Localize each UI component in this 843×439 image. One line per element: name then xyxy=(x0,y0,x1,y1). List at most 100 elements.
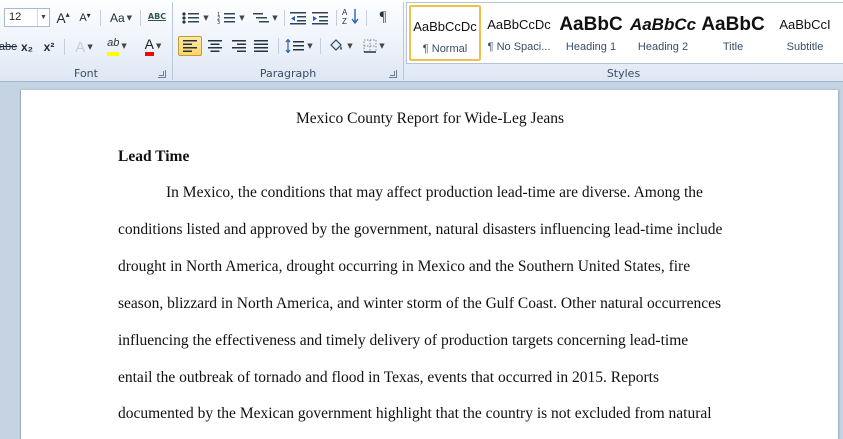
subscript-button[interactable]: x₂ xyxy=(18,37,36,57)
shading-button[interactable]: ▼ xyxy=(324,36,356,56)
font-dialog-launcher-icon[interactable] xyxy=(158,70,166,78)
sort-icon: AZ xyxy=(342,8,359,25)
document-title: Mexico County Report for Wide-Leg Jeans xyxy=(295,110,565,127)
multilevel-list-icon xyxy=(253,13,270,23)
text-effects-icon: A xyxy=(75,38,86,56)
paragraph-line: influencing the effectiveness and timely… xyxy=(118,332,689,349)
chevron-down-icon: ▼ xyxy=(239,14,245,22)
style-sample: AaBbC xyxy=(701,14,765,35)
style-name: Title xyxy=(722,41,744,53)
align-center-icon xyxy=(208,40,222,52)
shrink-font-button[interactable]: A ▾ xyxy=(76,8,94,28)
paragraph-group-label: Paragraph xyxy=(259,67,317,80)
highlighter-icon: ab xyxy=(107,37,120,56)
divider xyxy=(284,10,285,26)
style-sample: AaBbCcDc xyxy=(487,17,551,32)
paragraph-line: season, blizzard in North America, and w… xyxy=(118,295,722,312)
text-effects-button[interactable]: A ▼ xyxy=(70,37,98,57)
change-case-button[interactable]: Aa ▼ xyxy=(106,8,136,28)
change-case-icon: Aa xyxy=(109,11,125,25)
style-heading-2[interactable]: AaBbCc Heading 2 xyxy=(627,5,699,61)
style-normal[interactable]: AaBbCcDc ¶ Normal xyxy=(409,5,481,61)
superscript-icon: x² xyxy=(43,40,55,54)
decrease-indent-icon xyxy=(290,12,306,25)
borders-button[interactable]: ▼ xyxy=(358,36,390,56)
superscript-button[interactable]: x² xyxy=(40,37,58,57)
style-heading-1[interactable]: AaBbC Heading 1 xyxy=(555,5,627,61)
align-left-icon xyxy=(183,40,197,52)
font-group-label: Font xyxy=(74,67,98,80)
clear-formatting-button[interactable]: ABC xyxy=(146,6,168,26)
chevron-down-icon: ▼ xyxy=(347,42,353,50)
show-formatting-button[interactable]: ¶ xyxy=(372,7,394,27)
subscript-icon: x₂ xyxy=(20,40,33,54)
decrease-indent-button[interactable] xyxy=(288,8,308,28)
paragraph-line: entail the outbreak of tornado and flood… xyxy=(118,369,659,386)
style-no-spacing[interactable]: AaBbCcDc ¶ No Spaci... xyxy=(483,5,555,61)
paragraph-line: drought in North America, drought occurr… xyxy=(118,258,691,275)
style-title[interactable]: AaBbC Title xyxy=(697,5,769,61)
sort-button[interactable]: AZ xyxy=(340,6,362,26)
chevron-down-icon: ▼ xyxy=(121,42,127,50)
chevron-down-icon: ▼ xyxy=(307,42,313,50)
borders-icon xyxy=(363,39,377,53)
style-name: ¶ No Spaci... xyxy=(487,41,551,53)
caret-down-icon: ▾ xyxy=(86,10,91,20)
multilevel-list-button[interactable]: ▼ xyxy=(250,8,280,28)
styles-gallery: AaBbCcDc ¶ Normal AaBbCcDc ¶ No Spaci...… xyxy=(406,2,843,64)
divider xyxy=(64,39,65,55)
justify-button[interactable] xyxy=(250,36,272,56)
bullets-button[interactable]: ▼ xyxy=(178,8,212,28)
grow-font-button[interactable]: A ▴ xyxy=(54,8,72,28)
style-name: Subtitle xyxy=(786,41,824,53)
svg-text:3: 3 xyxy=(217,20,220,25)
align-left-button[interactable] xyxy=(178,36,202,56)
svg-text:Z: Z xyxy=(342,17,347,25)
divider xyxy=(320,38,321,54)
divider xyxy=(100,10,101,26)
chevron-down-icon: ▼ xyxy=(379,42,385,50)
divider xyxy=(140,10,141,26)
divider xyxy=(278,38,279,54)
increase-indent-button[interactable] xyxy=(310,8,330,28)
numbered-list-icon: 123 xyxy=(217,12,236,25)
numbering-button[interactable]: 1 2 3 ▼ xyxy=(214,8,248,28)
chevron-down-icon[interactable]: ▼ xyxy=(37,9,49,26)
divider xyxy=(336,10,337,26)
paragraph-line: documented by the Mexican government hig… xyxy=(118,405,712,422)
align-right-icon xyxy=(232,40,246,52)
strikethrough-button[interactable]: abe xyxy=(0,37,18,57)
font-color-button[interactable]: A ▼ xyxy=(138,36,168,56)
paragraph-line: In Mexico, the conditions that may affec… xyxy=(166,184,703,201)
style-sample: AaBbCc xyxy=(629,15,697,34)
clear-formatting-icon: ABC xyxy=(147,11,167,21)
chevron-down-icon: ▼ xyxy=(126,14,133,22)
paragraph-line: conditions listed and approved by the go… xyxy=(118,221,723,238)
chevron-down-icon: ▼ xyxy=(155,42,162,50)
strikethrough-icon: abe xyxy=(0,41,18,53)
document-page[interactable]: Mexico County Report for Wide-Leg Jeans … xyxy=(20,90,838,439)
font-size-field[interactable]: 12 ▼ xyxy=(4,8,50,27)
styles-group-label: Styles xyxy=(606,67,641,80)
section-heading: Lead Time xyxy=(118,148,190,165)
font-size-value: 12 xyxy=(9,11,22,23)
line-spacing-button[interactable]: ▼ xyxy=(282,36,316,56)
paint-bucket-icon xyxy=(330,39,343,51)
style-subtitle[interactable]: AaBbCcI Subtitle xyxy=(769,5,841,61)
shrink-font-icon: A xyxy=(79,12,87,24)
bullet-list-icon xyxy=(182,12,200,24)
font-color-icon: A xyxy=(144,37,154,56)
align-right-button[interactable] xyxy=(228,36,250,56)
highlight-button[interactable]: ab ▼ xyxy=(102,36,132,56)
style-name: Heading 1 xyxy=(565,41,617,53)
divider xyxy=(366,10,367,26)
ribbon: 12 ▼ A ▴ A ▾ Aa ▼ ABC abe x₂ x² A ▼ ab ▼ A ▼ F… xyxy=(0,0,843,82)
pilcrow-icon: ¶ xyxy=(379,8,387,25)
line-spacing-icon xyxy=(285,39,305,53)
paragraph-dialog-launcher-icon[interactable] xyxy=(389,70,397,78)
align-center-button[interactable] xyxy=(204,36,226,56)
increase-indent-icon xyxy=(312,12,328,25)
justify-icon xyxy=(254,40,268,52)
style-sample: AaBbCcDc xyxy=(413,19,477,34)
style-sample: AaBbCcI xyxy=(779,17,831,32)
